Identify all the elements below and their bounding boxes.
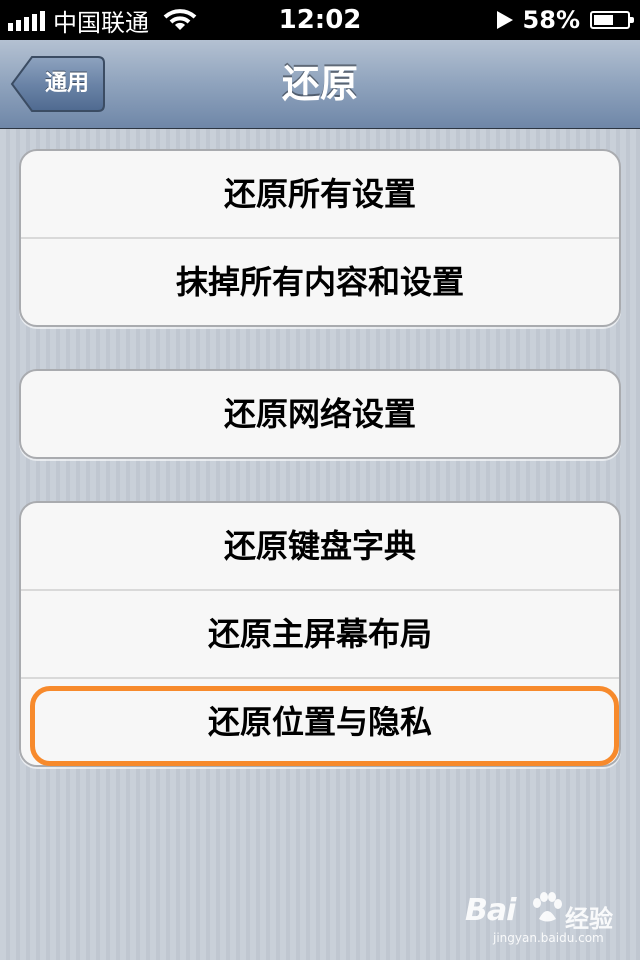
reset-location-privacy-item[interactable]: 还原位置与隐私 bbox=[21, 679, 619, 765]
location-arrow-icon bbox=[496, 11, 513, 29]
reset-network-settings-item[interactable]: 还原网络设置 bbox=[21, 371, 619, 457]
reset-home-screen-layout-item[interactable]: 还原主屏幕布局 bbox=[21, 591, 619, 679]
reset-group-1: 还原所有设置 抹掉所有内容和设置 bbox=[19, 149, 621, 327]
status-bar-right: 58% bbox=[496, 0, 634, 40]
battery-icon bbox=[590, 11, 634, 29]
battery-fill bbox=[594, 15, 613, 25]
erase-all-content-item[interactable]: 抹掉所有内容和设置 bbox=[21, 239, 619, 325]
back-button[interactable]: 通用 bbox=[10, 55, 106, 113]
battery-nub bbox=[630, 17, 634, 23]
watermark-logo: Bai bbox=[465, 893, 516, 928]
watermark-text: 经验 bbox=[565, 905, 613, 933]
reset-all-settings-item[interactable]: 还原所有设置 bbox=[21, 151, 619, 239]
watermark-url: jingyan.baidu.com bbox=[493, 931, 604, 945]
reset-group-3: 还原键盘字典 还原主屏幕布局 还原位置与隐私 bbox=[19, 501, 621, 767]
battery-percent: 58% bbox=[522, 6, 580, 34]
navigation-bar: 还原 通用 bbox=[0, 40, 640, 129]
baidu-watermark: Bai 经验 jingyan.baidu.com bbox=[465, 892, 635, 953]
back-button-label: 通用 bbox=[44, 71, 89, 96]
reset-group-2: 还原网络设置 bbox=[19, 369, 621, 459]
reset-keyboard-dictionary-item[interactable]: 还原键盘字典 bbox=[21, 503, 619, 591]
paw-icon bbox=[533, 892, 562, 922]
status-bar: 中国联通 12:02 58% bbox=[0, 0, 640, 40]
